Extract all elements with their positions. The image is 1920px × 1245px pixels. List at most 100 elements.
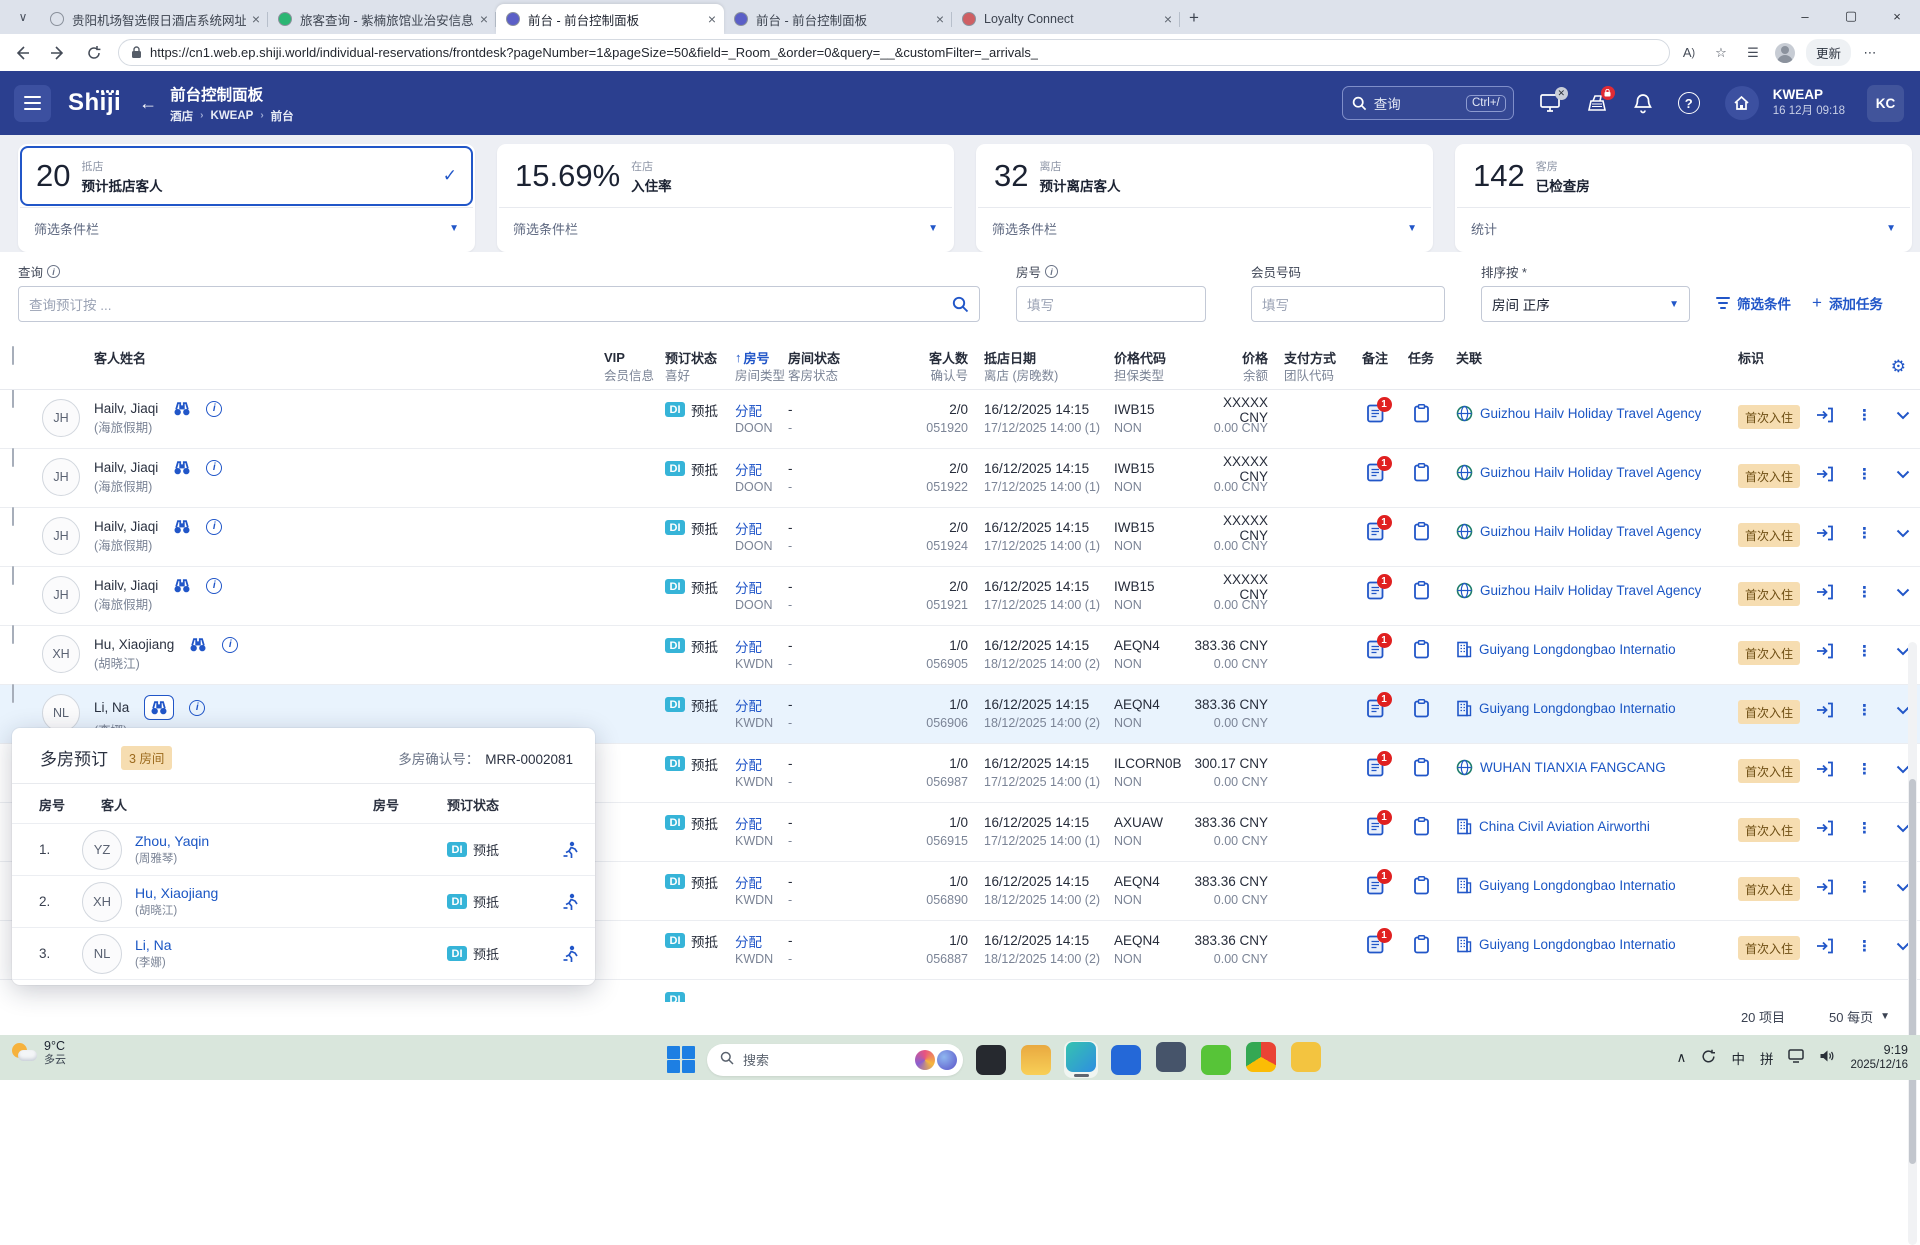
back-arrow-icon[interactable]: ← (139, 93, 157, 114)
notes-button[interactable]: 1 (1367, 935, 1384, 979)
info-icon[interactable]: i (206, 460, 222, 476)
stat-card-top[interactable]: 142 客房 已检查房 (1457, 146, 1910, 206)
linked-company-link[interactable]: Guizhou Hailv Holiday Travel Agency (1480, 583, 1701, 598)
linked-company-link[interactable]: Guiyang Longdongbao Internatio (1479, 878, 1676, 893)
stat-card-top[interactable]: 20 抵店 预计抵店客人 ✓ (20, 146, 473, 206)
assign-room-link[interactable]: 分配 (735, 577, 788, 596)
row-menu-kebab-icon[interactable]: ⋮ (1857, 701, 1872, 719)
page-size-select[interactable]: 50 每页 ▼ (1829, 1007, 1890, 1026)
reservation-row[interactable]: JH Hailv, Jiaqi i (海旅假期) DI预抵 (0, 508, 1920, 567)
workstation-offline-icon[interactable]: ✕ (1539, 93, 1561, 113)
stat-filter-dropdown[interactable]: 筛选条件栏 ▼ (976, 208, 1433, 248)
assign-room-link[interactable]: 分配 (735, 931, 788, 950)
linked-company-link[interactable]: Guizhou Hailv Holiday Travel Agency (1480, 524, 1701, 539)
refresh-icon[interactable] (80, 39, 108, 67)
help-icon[interactable]: ? (1678, 92, 1700, 114)
notes-button[interactable]: 1 (1367, 463, 1384, 507)
weather-widget[interactable]: 9°C 多云 (12, 1039, 66, 1067)
guest-lookup-button[interactable] (173, 518, 191, 535)
info-icon[interactable]: i (206, 401, 222, 417)
tray-expand-chevron-icon[interactable]: ∧ (1677, 1050, 1687, 1066)
task-clipboard-button[interactable] (1414, 522, 1429, 566)
taskbar-app[interactable] (974, 1044, 1008, 1076)
linked-company-link[interactable]: Guizhou Hailv Holiday Travel Agency (1480, 406, 1701, 421)
check-in-icon[interactable] (1816, 820, 1833, 836)
guest-lookup-button[interactable] (173, 400, 191, 417)
notes-button[interactable]: 1 (1367, 640, 1384, 684)
expand-chevron-icon[interactable] (1896, 529, 1910, 538)
notes-button[interactable]: 1 (1367, 876, 1384, 920)
assign-room-link[interactable]: 分配 (735, 695, 788, 714)
task-clipboard-button[interactable] (1414, 581, 1429, 625)
browser-tab[interactable]: 贵阳机场智选假日酒店系统网址号 × (40, 4, 268, 34)
stat-card-top[interactable]: 32 离店 预计离店客人 (978, 146, 1431, 206)
breadcrumb-item[interactable]: KWEAP (211, 110, 254, 122)
check-in-icon[interactable] (1816, 466, 1833, 482)
assign-room-link[interactable]: 分配 (735, 636, 788, 655)
check-in-icon[interactable] (1816, 761, 1833, 777)
popup-guest-row[interactable]: 2. XH Hu, Xiaojiang (胡晓江) DI预抵 (12, 876, 595, 928)
info-icon[interactable]: i (206, 578, 222, 594)
popup-guest-row[interactable]: 3. NL Li, Na (李娜) DI预抵 (12, 928, 595, 980)
column-room-sorted[interactable]: ↑房号 (735, 347, 788, 366)
window-close-button[interactable]: × (1874, 0, 1920, 32)
expand-chevron-icon[interactable] (1896, 411, 1910, 420)
vertical-scrollbar[interactable] (1908, 642, 1917, 1245)
cashier-locked-icon[interactable] (1586, 93, 1608, 113)
row-menu-kebab-icon[interactable]: ⋮ (1857, 760, 1872, 778)
favorites-list-icon[interactable]: ☰ (1740, 40, 1766, 66)
window-maximize-button[interactable]: ▢ (1828, 0, 1874, 32)
column-price[interactable]: 价格 (1192, 347, 1268, 366)
linked-company-link[interactable]: Guiyang Longdongbao Internatio (1479, 642, 1676, 657)
browser-update-button[interactable]: 更新 (1806, 39, 1851, 66)
ime-language-button[interactable]: 中 (1731, 1048, 1745, 1068)
column-notes[interactable]: 备注 (1362, 347, 1388, 366)
assign-room-link[interactable]: 分配 (735, 872, 788, 891)
reservation-row[interactable]: XH Hu, Xiaojiang i (胡晓江) DI预抵 (0, 626, 1920, 685)
check-in-icon[interactable] (1816, 643, 1833, 659)
taskbar-app[interactable] (1199, 1044, 1233, 1076)
guest-lookup-button[interactable] (189, 636, 207, 653)
row-checkbox[interactable] (12, 507, 14, 526)
column-guest-count[interactable]: 客人数 (848, 347, 968, 366)
tab-close-icon[interactable]: × (252, 12, 260, 26)
walk-in-check-in-icon[interactable] (562, 945, 580, 963)
row-checkbox[interactable] (12, 684, 14, 703)
start-button[interactable] (666, 1045, 696, 1075)
stat-filter-dropdown[interactable]: 筛选条件栏 ▼ (18, 208, 475, 248)
tab-close-icon[interactable]: × (1164, 12, 1172, 26)
taskbar-app[interactable] (1289, 1041, 1323, 1078)
linked-company-link[interactable]: Guiyang Longdongbao Internatio (1479, 701, 1676, 716)
breadcrumb-item[interactable]: 酒店 (170, 108, 193, 124)
taskbar-search-input[interactable]: 搜索 (707, 1044, 963, 1076)
guest-name-link[interactable]: Li, Na (135, 937, 172, 953)
row-menu-kebab-icon[interactable]: ⋮ (1857, 819, 1872, 837)
menu-hamburger-button[interactable] (14, 85, 51, 122)
window-minimize-button[interactable]: – (1782, 0, 1828, 32)
popup-guest-row[interactable]: 1. YZ Zhou, Yaqin (周雅琴) DI预抵 (12, 824, 595, 876)
task-clipboard-button[interactable] (1414, 758, 1429, 802)
room-number-input[interactable]: 填写 (1016, 286, 1206, 322)
new-tab-button[interactable]: + (1180, 4, 1208, 32)
row-menu-kebab-icon[interactable]: ⋮ (1857, 583, 1872, 601)
column-arrival-date[interactable]: 抵店日期 (984, 347, 1108, 366)
taskbar-app[interactable] (1244, 1041, 1278, 1078)
address-field[interactable]: https://cn1.web.ep.shiji.world/individua… (118, 39, 1670, 66)
guest-name[interactable]: Hu, Xiaojiang (94, 637, 174, 652)
reservation-row[interactable]: JH Hailv, Jiaqi i (海旅假期) DI预抵 (0, 567, 1920, 626)
column-room-state[interactable]: 房间状态 (788, 347, 848, 366)
guest-name[interactable]: Hailv, Jiaqi (94, 401, 158, 416)
ime-mode-button[interactable]: 拼 (1760, 1048, 1774, 1068)
select-all-checkbox[interactable] (12, 346, 14, 365)
browser-menu-icon[interactable]: ⋯ (1857, 40, 1883, 66)
check-in-icon[interactable] (1816, 879, 1833, 895)
tab-close-icon[interactable]: × (480, 12, 488, 26)
info-icon[interactable]: i (222, 637, 238, 653)
browser-profile-avatar[interactable] (1772, 40, 1798, 66)
assign-room-link[interactable]: 分配 (735, 754, 788, 773)
walk-in-check-in-icon[interactable] (562, 893, 580, 911)
notes-button[interactable]: 1 (1367, 581, 1384, 625)
browser-tab[interactable]: 前台 - 前台控制面板 × (496, 4, 724, 34)
taskbar-app[interactable] (1064, 1041, 1098, 1078)
table-settings-gear-icon[interactable]: ⚙ (1891, 357, 1906, 377)
